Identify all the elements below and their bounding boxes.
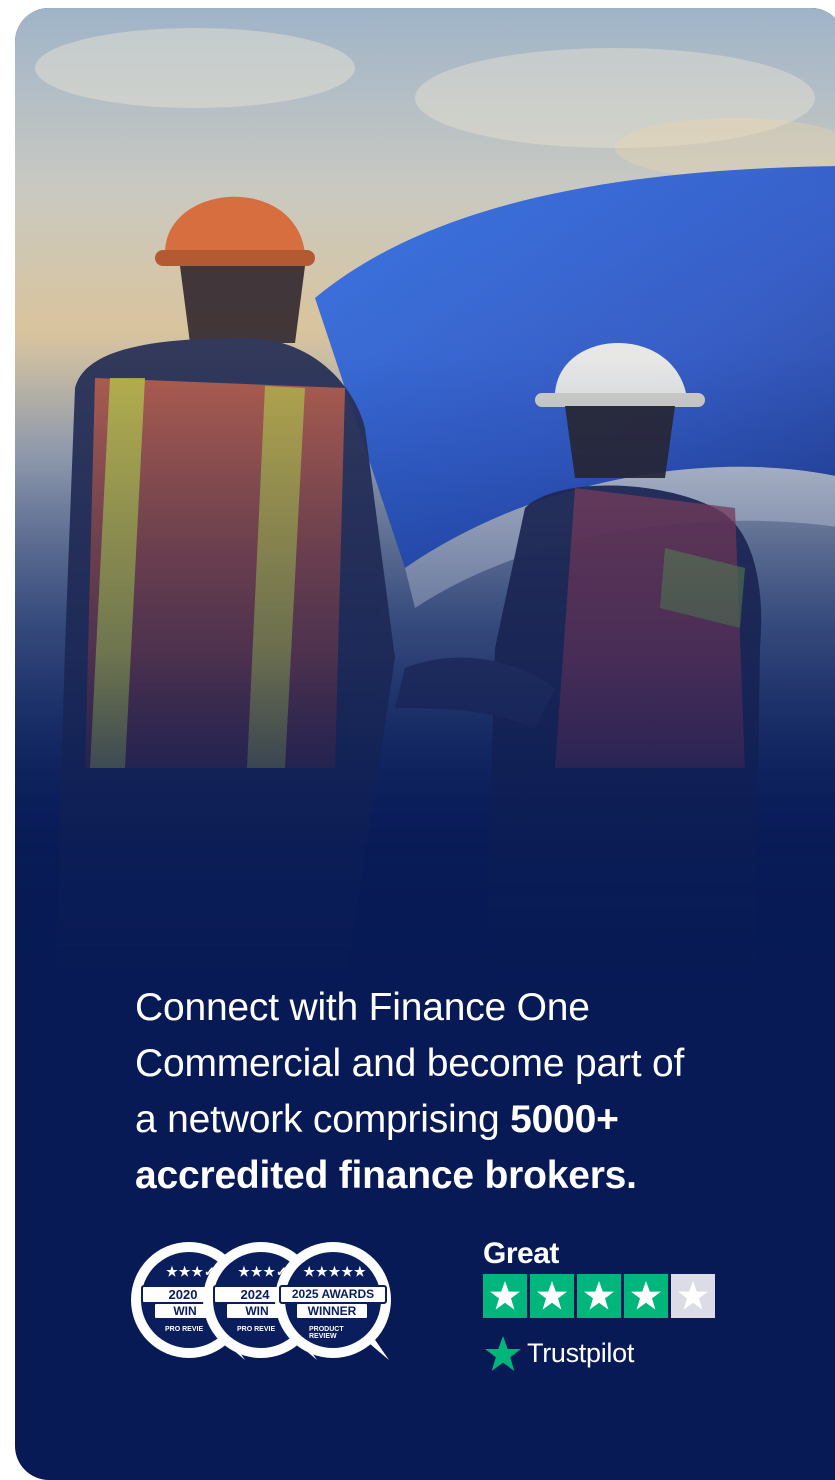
badge-source: PRODUCT REVIEW — [309, 1326, 344, 1340]
rating-label: Great — [483, 1237, 559, 1270]
star-icon — [530, 1274, 574, 1318]
trustpilot-stars — [483, 1274, 723, 1318]
promo-card: Connect with Finance One Commercial and … — [15, 8, 835, 1480]
trustpilot-rating: Great Trustpilot — [483, 1236, 743, 1376]
construction-workers-photo — [15, 8, 835, 1008]
promo-text: Connect with Finance One Commercial and … — [135, 980, 775, 1204]
promo-line-2: Commercial and become part of — [135, 1042, 685, 1085]
promo-line-3-text: a network comprising — [135, 1098, 511, 1141]
promo-line-3: a network comprising 5000+ — [135, 1092, 775, 1148]
star-icon — [577, 1274, 621, 1318]
star-icon — [483, 1274, 527, 1318]
badge-label: WINNER — [295, 1302, 369, 1320]
promo-line-1: Connect with Finance One — [135, 986, 590, 1029]
promo-line-4: accredited finance brokers. — [135, 1148, 775, 1204]
brokers-highlight: accredited finance brokers. — [135, 1154, 637, 1197]
trustpilot-star-filled — [624, 1274, 668, 1318]
broker-count: 5000+ — [510, 1098, 619, 1141]
trustpilot-star-filled — [530, 1274, 574, 1318]
badge-stars: ★★★★★ — [303, 1264, 367, 1279]
award-badges: ★★★✓ 2020 WIN PRO REVIE ★★★✓ 2024 WIN PR… — [127, 1238, 417, 1373]
trustpilot-logo: Trustpilot — [483, 1334, 683, 1374]
trustpilot-star-empty — [671, 1274, 715, 1318]
trustpilot-star-filled — [483, 1274, 527, 1318]
trustpilot-star-filled — [577, 1274, 621, 1318]
star-icon — [671, 1274, 715, 1318]
trustpilot-star-icon — [485, 1336, 521, 1371]
award-badge-2025: ★★★★★ 2025 AWARDS WINNER PRODUCT REVIEW — [271, 1238, 399, 1366]
trustpilot-brand: Trustpilot — [527, 1338, 635, 1368]
hero-image — [15, 8, 835, 1008]
star-icon — [624, 1274, 668, 1318]
